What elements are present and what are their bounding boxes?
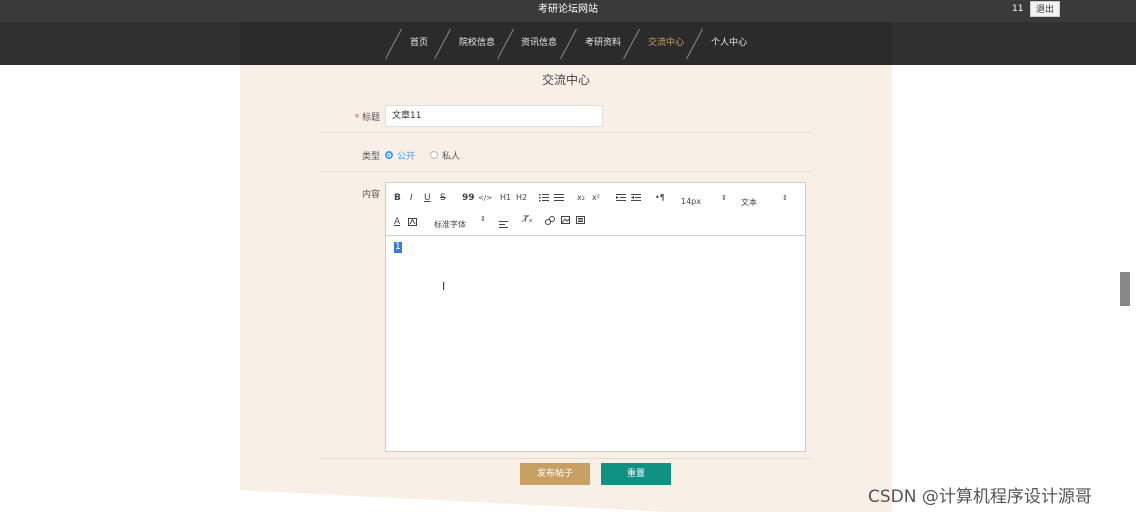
- font-family-dropdown-icon[interactable]: ⇕: [480, 215, 486, 223]
- ordered-list-icon[interactable]: [539, 193, 549, 202]
- scrollbar-thumb[interactable]: [1120, 272, 1130, 306]
- panel-decoration: [240, 490, 670, 512]
- nav-item-home[interactable]: 首页: [410, 22, 428, 65]
- title-label: * 标题: [320, 110, 380, 123]
- code-block-button[interactable]: </>: [478, 192, 492, 204]
- editor-content[interactable]: 1 I: [386, 236, 805, 451]
- background-color-icon[interactable]: [408, 218, 417, 226]
- bullet-list-icon[interactable]: [554, 193, 564, 202]
- underline-button[interactable]: U: [424, 192, 431, 204]
- italic-button[interactable]: I: [410, 192, 413, 204]
- nav-item-profile[interactable]: 个人中心: [711, 22, 747, 65]
- superscript-button[interactable]: x²: [592, 192, 600, 204]
- page-title: 交流中心: [541, 73, 590, 87]
- editor-toolbar: B I U S 99 </> H1 H2 x₂ x² •¶ 14px ⇕ 文本 …: [386, 183, 805, 236]
- nav-item-schools[interactable]: 院校信息: [459, 22, 495, 65]
- clear-format-icon[interactable]: T̸ₓ: [523, 214, 533, 226]
- radio-private-label[interactable]: 私人: [442, 149, 460, 162]
- h1-button[interactable]: H1: [500, 192, 511, 204]
- text-direction-icon[interactable]: •¶: [655, 192, 665, 204]
- username: 11: [1012, 4, 1024, 14]
- site-title: 考研论坛网站: [538, 4, 598, 15]
- radio-private[interactable]: [430, 151, 438, 159]
- nav-item-news[interactable]: 资讯信息: [521, 22, 557, 65]
- header-select[interactable]: 文本: [741, 197, 757, 208]
- radio-public-label[interactable]: 公开: [397, 149, 415, 162]
- bold-button[interactable]: B: [394, 192, 401, 204]
- header-dropdown-icon[interactable]: ⇕: [782, 194, 788, 202]
- h2-button[interactable]: H2: [516, 192, 527, 204]
- logout-button[interactable]: 退出: [1030, 1, 1060, 17]
- subscript-button[interactable]: x₂: [577, 192, 585, 204]
- text-cursor-icon: I: [442, 280, 446, 293]
- watermark: CSDN @计算机程序设计源哥: [868, 487, 1092, 507]
- strike-button[interactable]: S: [440, 192, 446, 204]
- content-label: 内容: [361, 190, 380, 200]
- nav-item-forum[interactable]: 交流中心: [648, 22, 684, 65]
- title-input[interactable]: 文章11: [385, 105, 603, 127]
- top-bar: 考研论坛网站 11 退出: [0, 0, 1136, 22]
- outdent-icon[interactable]: [616, 193, 626, 202]
- nav-inner: [240, 22, 892, 65]
- row-divider: [320, 132, 812, 133]
- blockquote-button[interactable]: 99: [462, 192, 475, 204]
- link-icon[interactable]: [545, 216, 555, 225]
- selected-text: 1: [394, 242, 402, 253]
- rich-text-editor: B I U S 99 </> H1 H2 x₂ x² •¶ 14px ⇕ 文本 …: [385, 182, 806, 452]
- font-color-icon[interactable]: A: [394, 216, 400, 228]
- font-size-select[interactable]: 14px: [681, 197, 701, 206]
- video-icon[interactable]: [576, 216, 585, 224]
- font-size-dropdown-icon[interactable]: ⇕: [721, 194, 727, 202]
- title-label-text: 标题: [361, 113, 380, 123]
- main-nav: 首页 院校信息 资讯信息 考研资料 交流中心 个人中心: [0, 22, 1136, 65]
- row-divider: [320, 171, 812, 172]
- nav-item-materials[interactable]: 考研资料: [585, 22, 621, 65]
- align-icon[interactable]: [499, 220, 508, 228]
- row-divider: [320, 458, 812, 459]
- font-family-select[interactable]: 标准字体: [434, 219, 466, 230]
- reset-button[interactable]: 重置: [601, 463, 671, 485]
- publish-post-button[interactable]: 发布帖子: [520, 463, 590, 485]
- image-icon[interactable]: [561, 216, 570, 224]
- radio-public[interactable]: [385, 151, 393, 159]
- type-label: 类型: [361, 152, 380, 162]
- indent-icon[interactable]: [631, 193, 641, 202]
- required-mark: *: [354, 113, 360, 123]
